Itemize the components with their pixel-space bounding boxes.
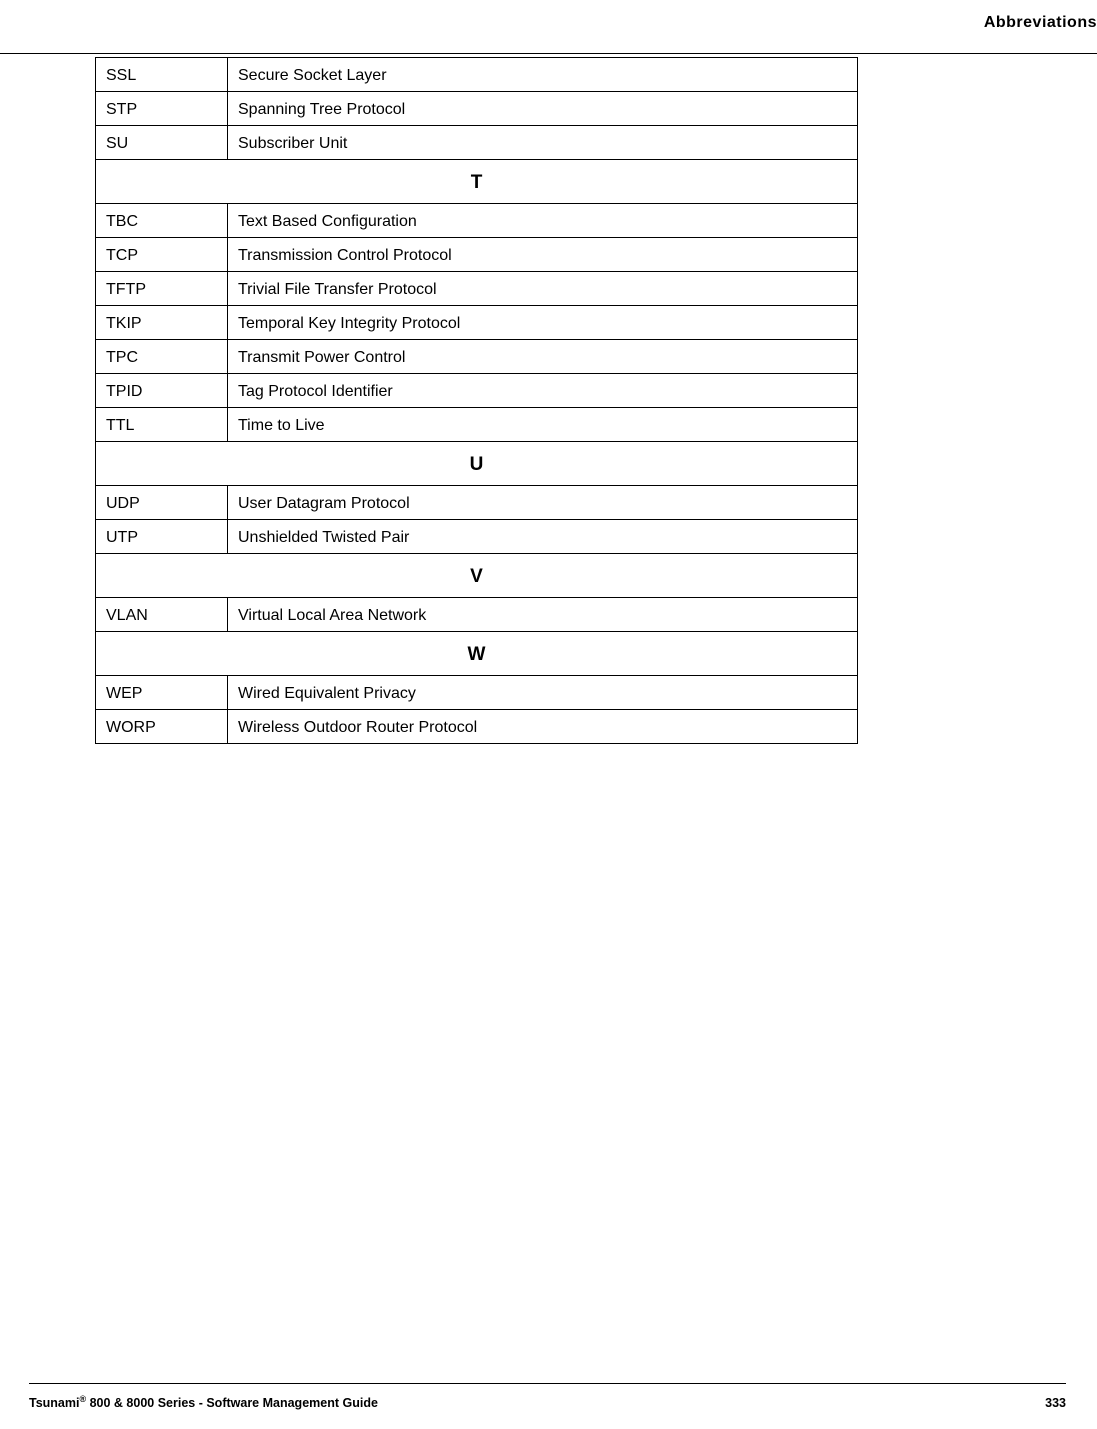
abbreviation-cell: UTP bbox=[96, 520, 228, 554]
footer-rule bbox=[29, 1383, 1066, 1384]
table-row: SSLSecure Socket Layer bbox=[96, 58, 858, 92]
content-area: SSLSecure Socket LayerSTPSpanning Tree P… bbox=[95, 57, 858, 744]
abbreviation-cell: SU bbox=[96, 126, 228, 160]
abbreviation-cell: TPID bbox=[96, 374, 228, 408]
table-row: WEPWired Equivalent Privacy bbox=[96, 676, 858, 710]
footer-product: Tsunami bbox=[29, 1396, 79, 1410]
table-row: SUSubscriber Unit bbox=[96, 126, 858, 160]
table-row: VLANVirtual Local Area Network bbox=[96, 598, 858, 632]
abbreviation-cell: STP bbox=[96, 92, 228, 126]
footer-left: Tsunami® 800 & 8000 Series - Software Ma… bbox=[29, 1394, 378, 1410]
table-row: T bbox=[96, 160, 858, 204]
definition-cell: Trivial File Transfer Protocol bbox=[228, 272, 858, 306]
table-row: TPCTransmit Power Control bbox=[96, 340, 858, 374]
definition-cell: Tag Protocol Identifier bbox=[228, 374, 858, 408]
definition-cell: Spanning Tree Protocol bbox=[228, 92, 858, 126]
abbreviation-cell: WEP bbox=[96, 676, 228, 710]
definition-cell: Transmit Power Control bbox=[228, 340, 858, 374]
definition-cell: Transmission Control Protocol bbox=[228, 238, 858, 272]
abbreviation-cell: UDP bbox=[96, 486, 228, 520]
table-row: STPSpanning Tree Protocol bbox=[96, 92, 858, 126]
table-row: TFTPTrivial File Transfer Protocol bbox=[96, 272, 858, 306]
definition-cell: Virtual Local Area Network bbox=[228, 598, 858, 632]
table-row: TKIPTemporal Key Integrity Protocol bbox=[96, 306, 858, 340]
table-row: UDPUser Datagram Protocol bbox=[96, 486, 858, 520]
abbreviation-cell: WORP bbox=[96, 710, 228, 744]
table-row: U bbox=[96, 442, 858, 486]
definition-cell: Text Based Configuration bbox=[228, 204, 858, 238]
abbreviation-cell: TKIP bbox=[96, 306, 228, 340]
abbreviations-table: SSLSecure Socket LayerSTPSpanning Tree P… bbox=[95, 57, 858, 744]
footer-series: 800 & 8000 Series - Software Management … bbox=[86, 1396, 378, 1410]
definition-cell: Temporal Key Integrity Protocol bbox=[228, 306, 858, 340]
definition-cell: Subscriber Unit bbox=[228, 126, 858, 160]
section-header: T bbox=[96, 160, 858, 204]
definition-cell: Secure Socket Layer bbox=[228, 58, 858, 92]
definition-cell: Wireless Outdoor Router Protocol bbox=[228, 710, 858, 744]
abbreviation-cell: TTL bbox=[96, 408, 228, 442]
section-header: W bbox=[96, 632, 858, 676]
abbreviation-cell: TFTP bbox=[96, 272, 228, 306]
table-row: WORPWireless Outdoor Router Protocol bbox=[96, 710, 858, 744]
table-row: V bbox=[96, 554, 858, 598]
definition-cell: Wired Equivalent Privacy bbox=[228, 676, 858, 710]
abbreviation-cell: SSL bbox=[96, 58, 228, 92]
abbreviation-cell: VLAN bbox=[96, 598, 228, 632]
table-row: TBCText Based Configuration bbox=[96, 204, 858, 238]
table-row: TCPTransmission Control Protocol bbox=[96, 238, 858, 272]
header-rule bbox=[0, 53, 1097, 54]
table-row: TTLTime to Live bbox=[96, 408, 858, 442]
definition-cell: User Datagram Protocol bbox=[228, 486, 858, 520]
table-row: UTPUnshielded Twisted Pair bbox=[96, 520, 858, 554]
table-row: W bbox=[96, 632, 858, 676]
section-header: V bbox=[96, 554, 858, 598]
definition-cell: Unshielded Twisted Pair bbox=[228, 520, 858, 554]
abbreviation-cell: TCP bbox=[96, 238, 228, 272]
definition-cell: Time to Live bbox=[228, 408, 858, 442]
page-header-title: Abbreviations bbox=[984, 14, 1097, 32]
section-header: U bbox=[96, 442, 858, 486]
table-row: TPIDTag Protocol Identifier bbox=[96, 374, 858, 408]
footer-page-number: 333 bbox=[1045, 1396, 1066, 1410]
abbreviation-cell: TPC bbox=[96, 340, 228, 374]
abbreviation-cell: TBC bbox=[96, 204, 228, 238]
